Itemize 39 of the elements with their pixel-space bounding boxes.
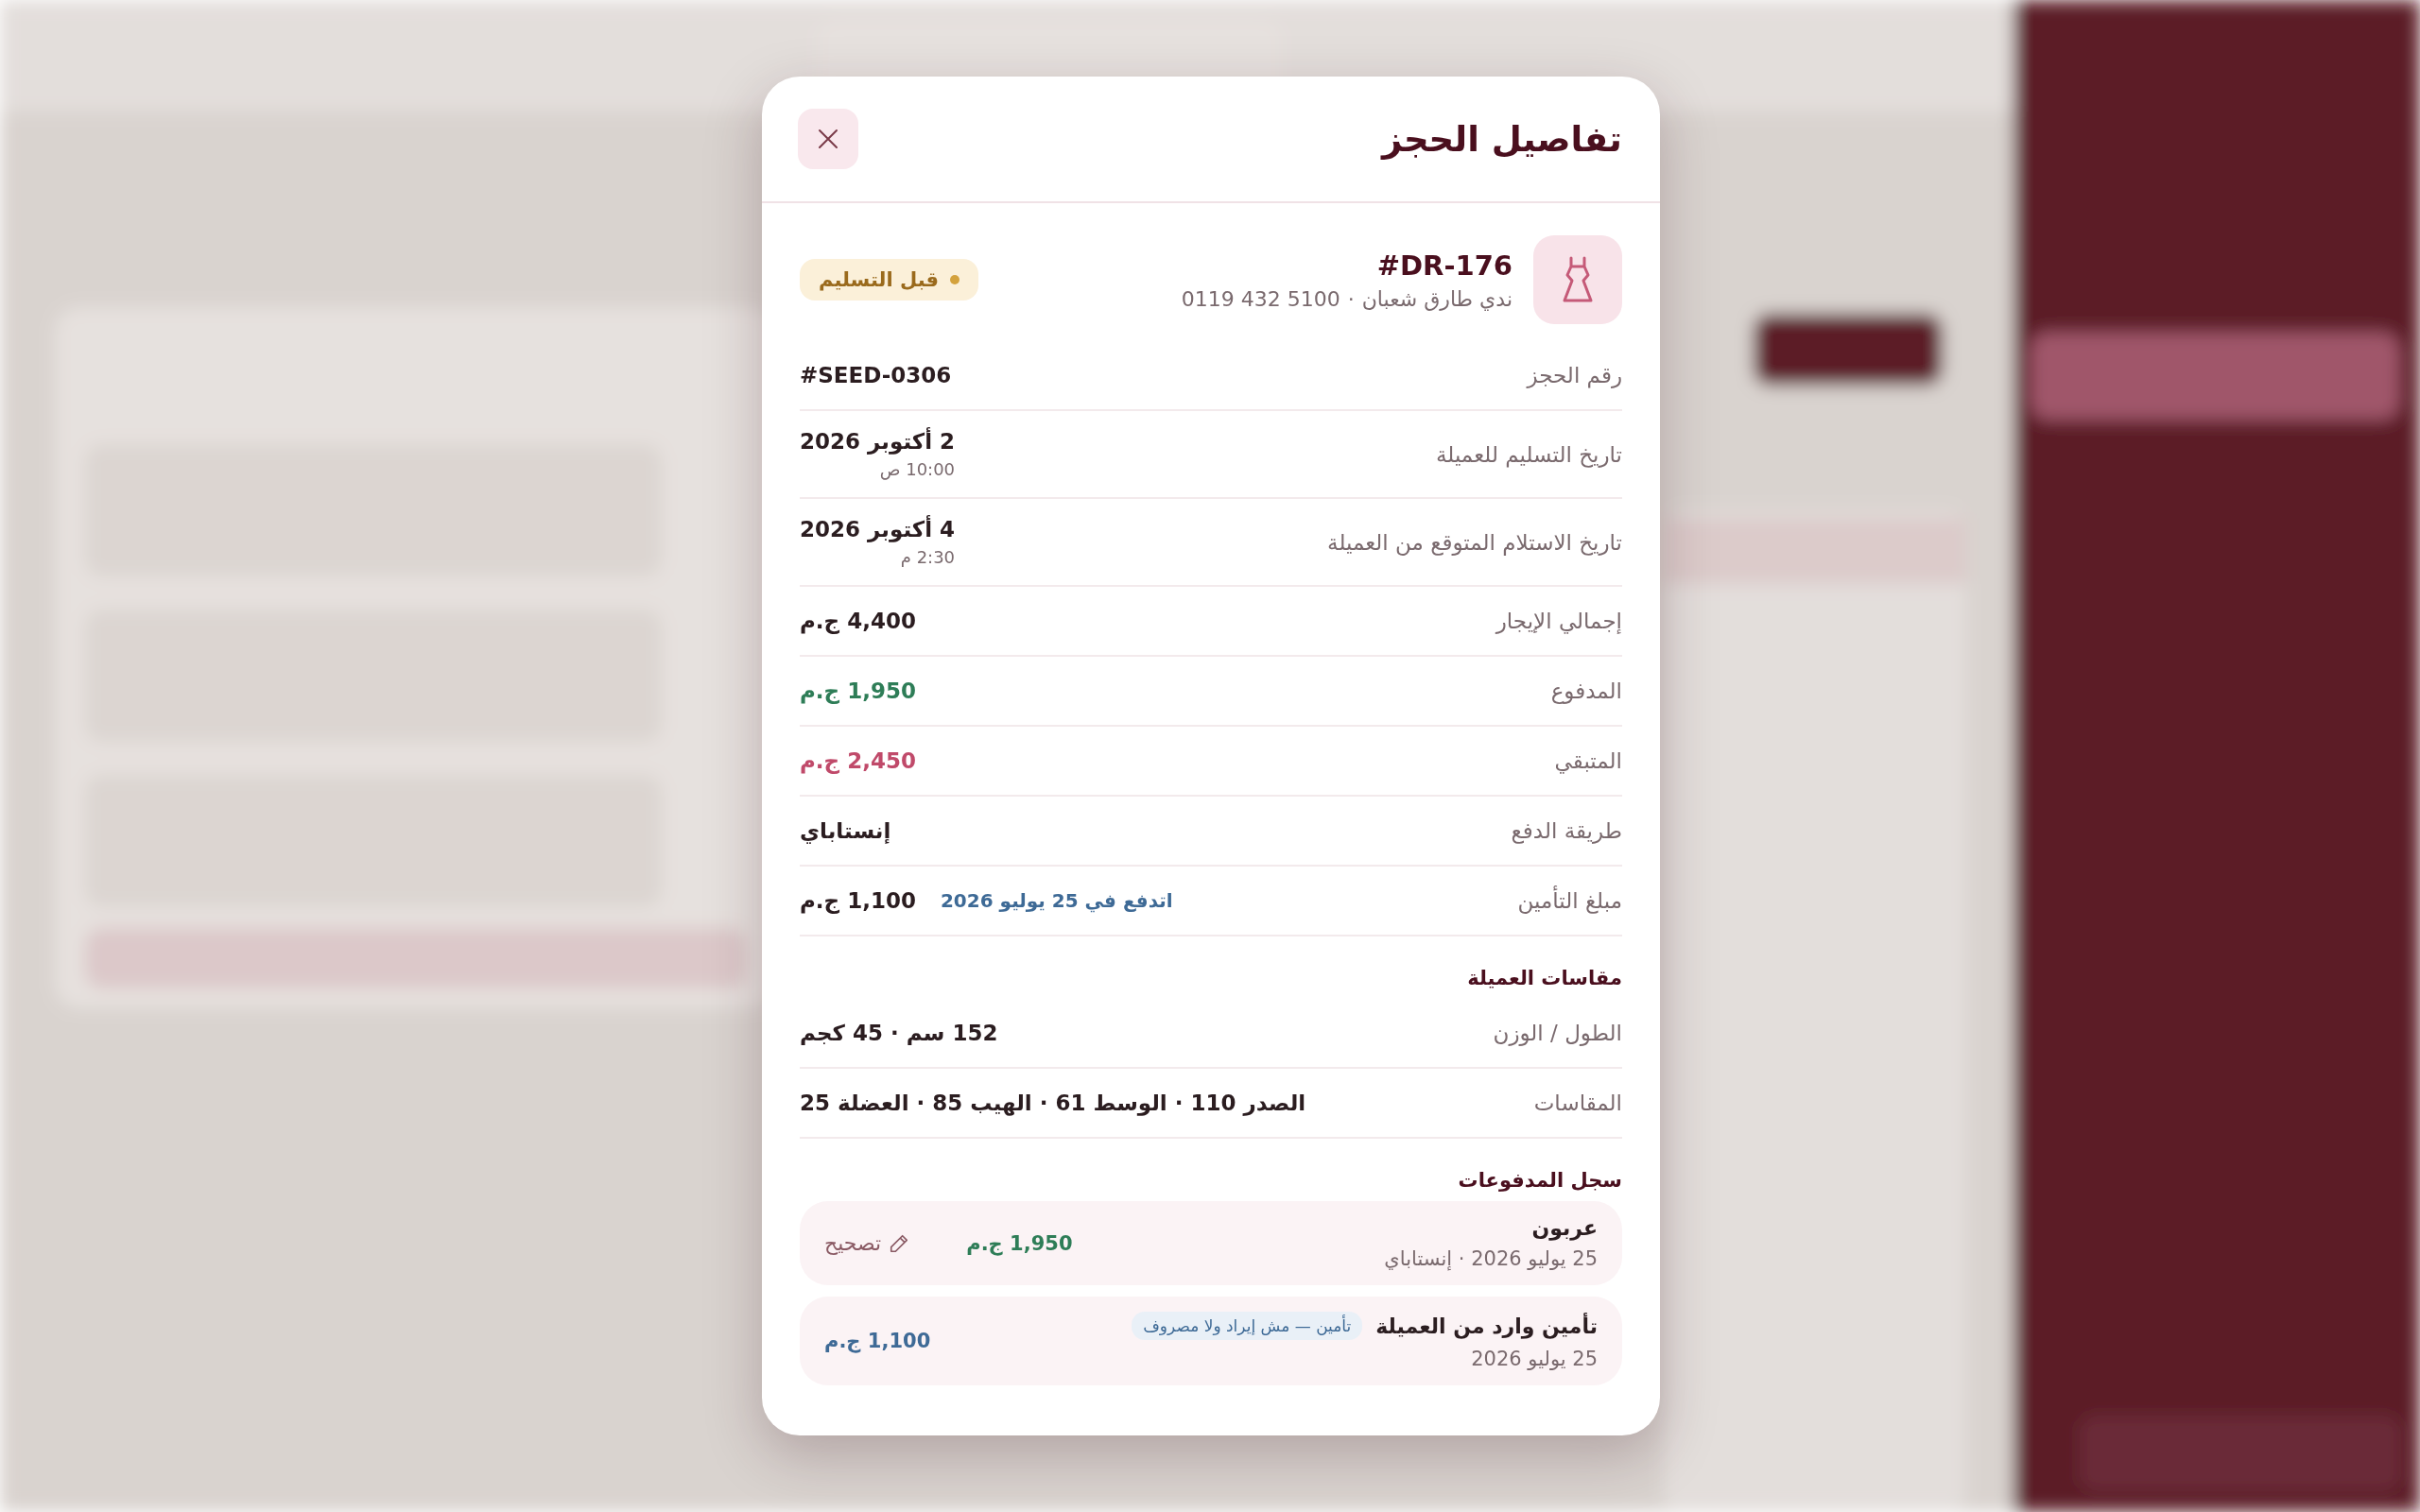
status-badge: قبل التسليم (800, 259, 978, 301)
detail-label: طريقة الدفع (1511, 818, 1622, 843)
detail-value: 4,400 ج.م (800, 609, 916, 633)
close-button[interactable] (798, 109, 858, 169)
payment-title: تأمين وارد من العميلة (1375, 1314, 1598, 1338)
detail-value: 1,100 ج.م (800, 888, 916, 913)
edit-button[interactable]: تصحيح (824, 1228, 910, 1259)
detail-value: 152 سم · 45 كجم (800, 1021, 998, 1045)
detail-label: رقم الحجز (1527, 363, 1622, 387)
booking-code: #DR-176 (1376, 249, 1512, 282)
detail-value: 2,450 ج.م (800, 748, 916, 773)
dress-icon (1533, 235, 1622, 324)
payment-date: 25 يوليو 2026 (1470, 1348, 1598, 1370)
detail-label: المدفوع (1550, 679, 1622, 703)
time-text: 10:00 ص (879, 459, 956, 479)
detail-label: المتبقي (1554, 748, 1622, 773)
detail-label: تاريخ الاستلام المتوقع من العميلة (1327, 529, 1622, 555)
detail-value: 4 أكتوبر 2026 (800, 517, 956, 541)
detail-label: إجمالي الإيجار (1495, 609, 1622, 633)
payment-amount: 1,950 ج.م (966, 1231, 1073, 1255)
payment-tag: تأمين — مش إيراد ولا مصروف (1132, 1312, 1363, 1340)
close-icon (817, 128, 839, 150)
detail-value: إنستاباي (800, 818, 891, 843)
section-heading: سجل المدفوعات (1457, 1169, 1622, 1192)
detail-label: المقاسات (1533, 1091, 1622, 1115)
detail-label: تاريخ التسليم للعميلة (1436, 441, 1622, 467)
payment-amount: 1,100 ج.م (824, 1330, 931, 1352)
detail-label: الطول / الوزن (1493, 1021, 1622, 1045)
payment-date: 25 يوليو 2026 · إنستاباي (1384, 1247, 1598, 1270)
payment-note: اتدفع في 25 يوليو 2026 (940, 889, 1173, 912)
detail-value: #SEED-0306 (800, 363, 952, 387)
payment-title: عربون (1531, 1216, 1598, 1240)
detail-value: 2 أكتوبر 2026 (800, 429, 956, 454)
detail-value: الصدر 110 · الوسط 61 · الهيب 85 · العضلة 25 (800, 1091, 1306, 1115)
detail-value: 1,950 ج.م (800, 679, 916, 703)
dialog-title: تفاصيل الحجز (1381, 118, 1622, 160)
section-heading: مقاسات العميلة (1466, 967, 1622, 989)
time-text: 2:30 م (900, 547, 956, 567)
pencil-icon (889, 1232, 910, 1254)
